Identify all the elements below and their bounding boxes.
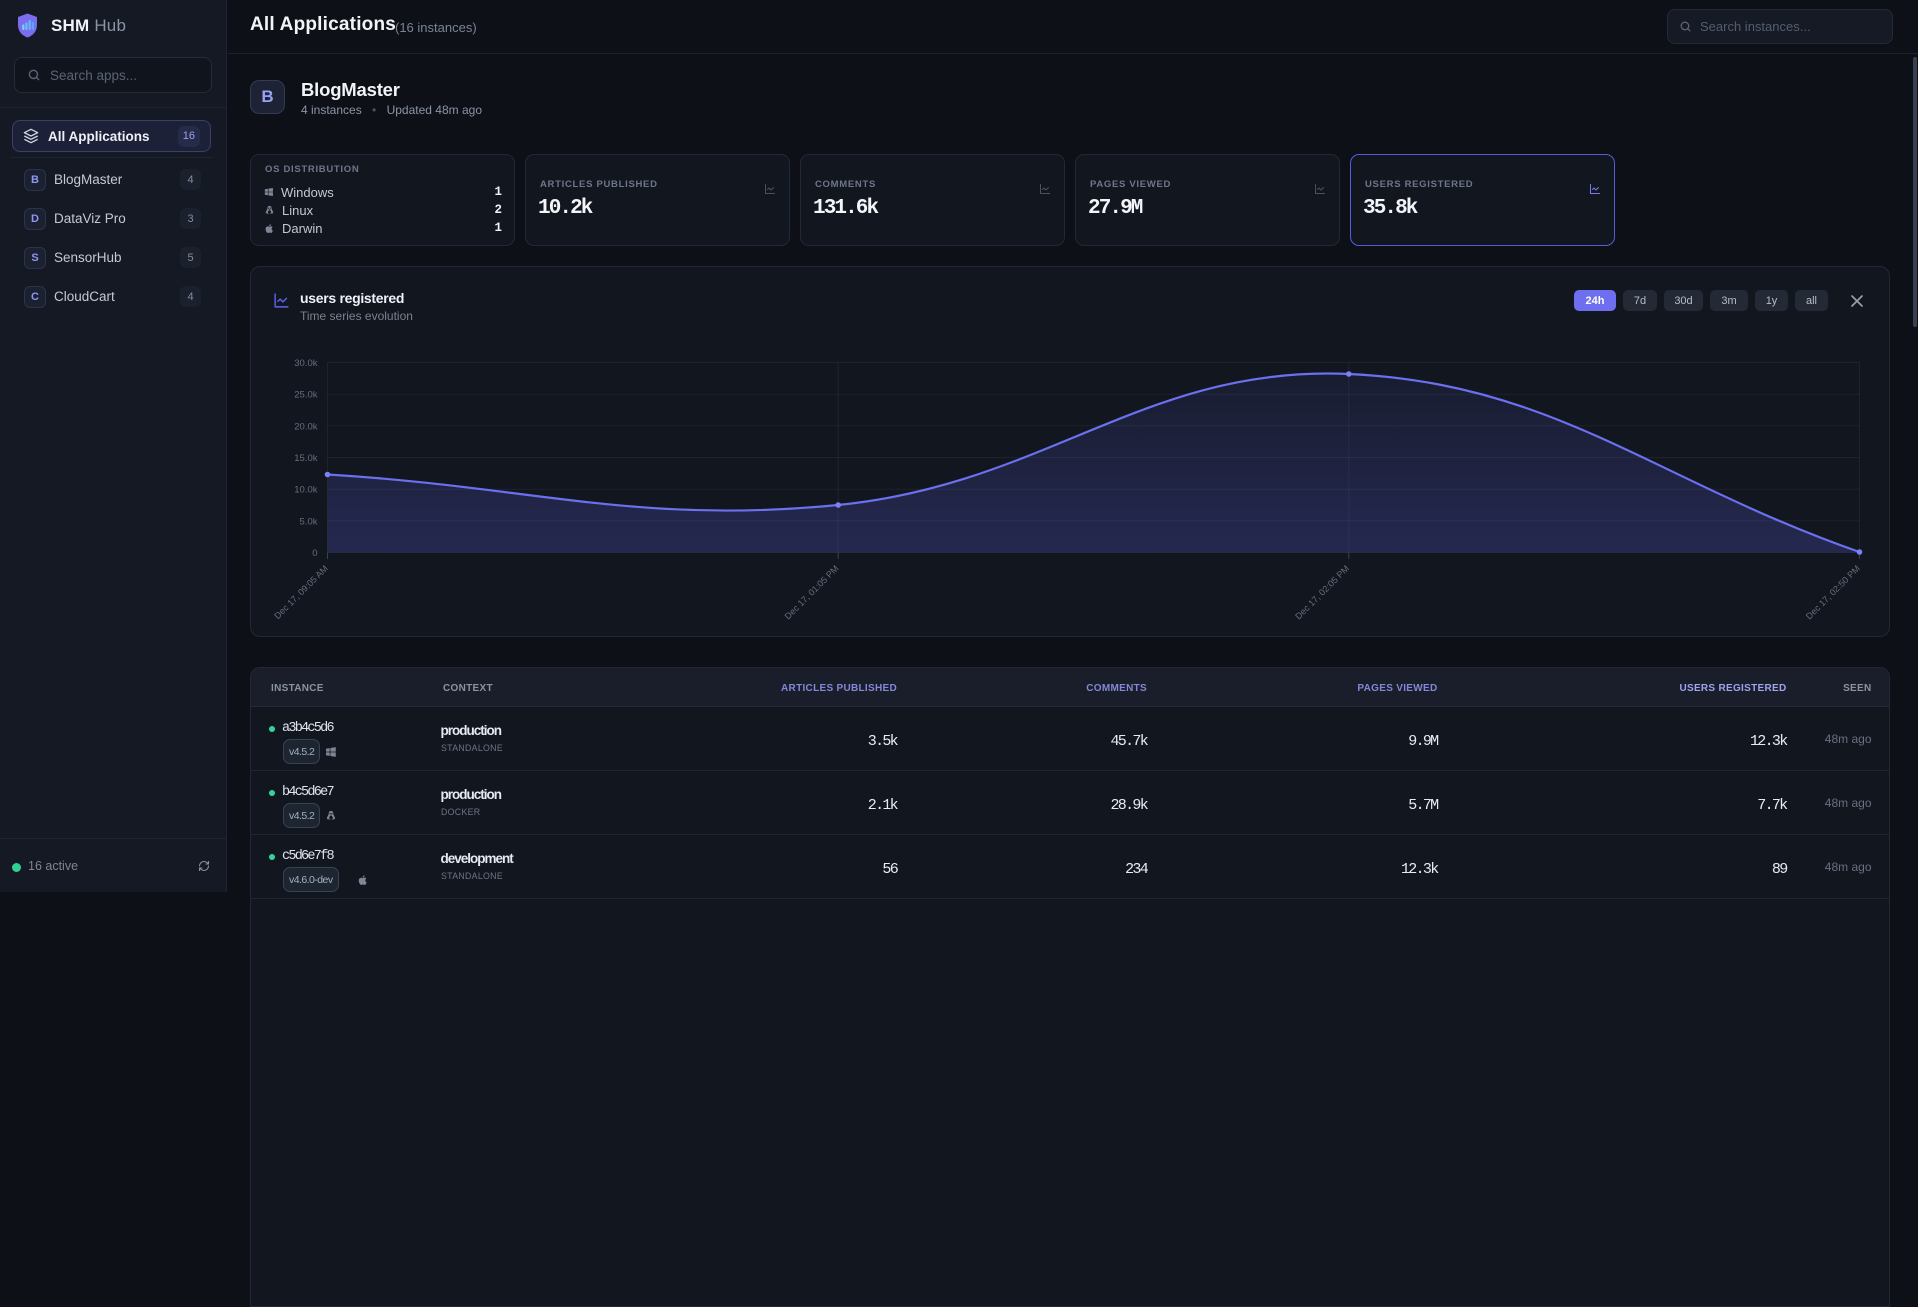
svg-text:0: 0 <box>312 548 317 559</box>
svg-text:Dec 17, 01:05 PM: Dec 17, 01:05 PM <box>783 563 841 621</box>
svg-text:Dec 17, 09:05 AM: Dec 17, 09:05 AM <box>272 563 330 621</box>
svg-text:20.0k: 20.0k <box>294 421 317 432</box>
svg-text:30.0k: 30.0k <box>294 358 317 369</box>
svg-text:Dec 17, 02:05 PM: Dec 17, 02:05 PM <box>1293 563 1351 621</box>
svg-text:5.0k: 5.0k <box>300 516 318 527</box>
svg-text:10.0k: 10.0k <box>294 485 317 496</box>
svg-text:Dec 17, 02:50 PM: Dec 17, 02:50 PM <box>1804 563 1862 621</box>
svg-text:25.0k: 25.0k <box>294 390 317 401</box>
svg-text:15.0k: 15.0k <box>294 453 317 464</box>
